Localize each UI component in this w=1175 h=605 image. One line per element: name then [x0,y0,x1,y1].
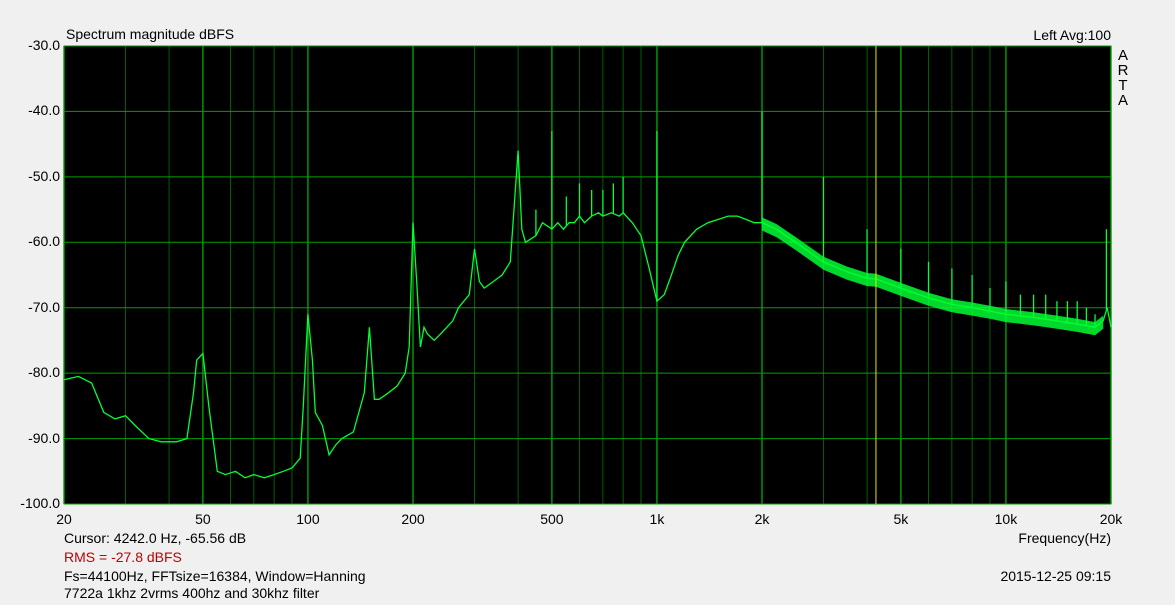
x-tick-label: 20k [1099,511,1123,527]
cursor-readout: Cursor: 4242.0 Hz, -65.56 dB [64,530,247,546]
x-axis-label: Frequency(Hz) [1018,530,1111,546]
y-tick-label: -90.0 [28,429,60,446]
rms-readout: RMS = -27.8 dBFS [64,549,182,565]
channel-info: Left Avg:100 [1033,27,1111,43]
y-tick-label: -100.0 [20,495,60,511]
y-tick-label: -60.0 [28,233,60,250]
arta-letter: R [1117,62,1129,79]
measurement-params: Fs=44100Hz, FFTsize=16384, Window=Hannin… [64,568,366,584]
y-tick-label: -30.0 [28,37,60,53]
x-tick-label: 200 [401,511,425,527]
arta-letter: A [1117,47,1128,64]
y-tick-label: -70.0 [28,298,60,315]
x-tick-label: 10k [994,511,1018,527]
y-tick-label: -40.0 [28,102,60,119]
x-tick-label: 1k [649,511,665,527]
x-tick-label: 20 [56,511,72,527]
arta-letter: A [1117,92,1128,109]
x-tick-label: 500 [540,511,564,527]
y-tick-label: -50.0 [28,167,60,184]
x-tick-label: 50 [195,511,211,527]
x-tick-label: 2k [754,511,770,527]
arta-letter: T [1118,77,1128,94]
x-tick-label: 5k [893,511,909,527]
timestamp: 2015-12-25 09:15 [1000,568,1111,584]
y-tick-label: -80.0 [28,364,60,381]
measurement-note: 7722a 1khz 2vrms 400hz and 30khz filter [64,585,320,601]
plot-area [63,45,1112,505]
x-tick-label: 100 [296,511,320,527]
chart-title: Spectrum magnitude dBFS [66,26,235,42]
